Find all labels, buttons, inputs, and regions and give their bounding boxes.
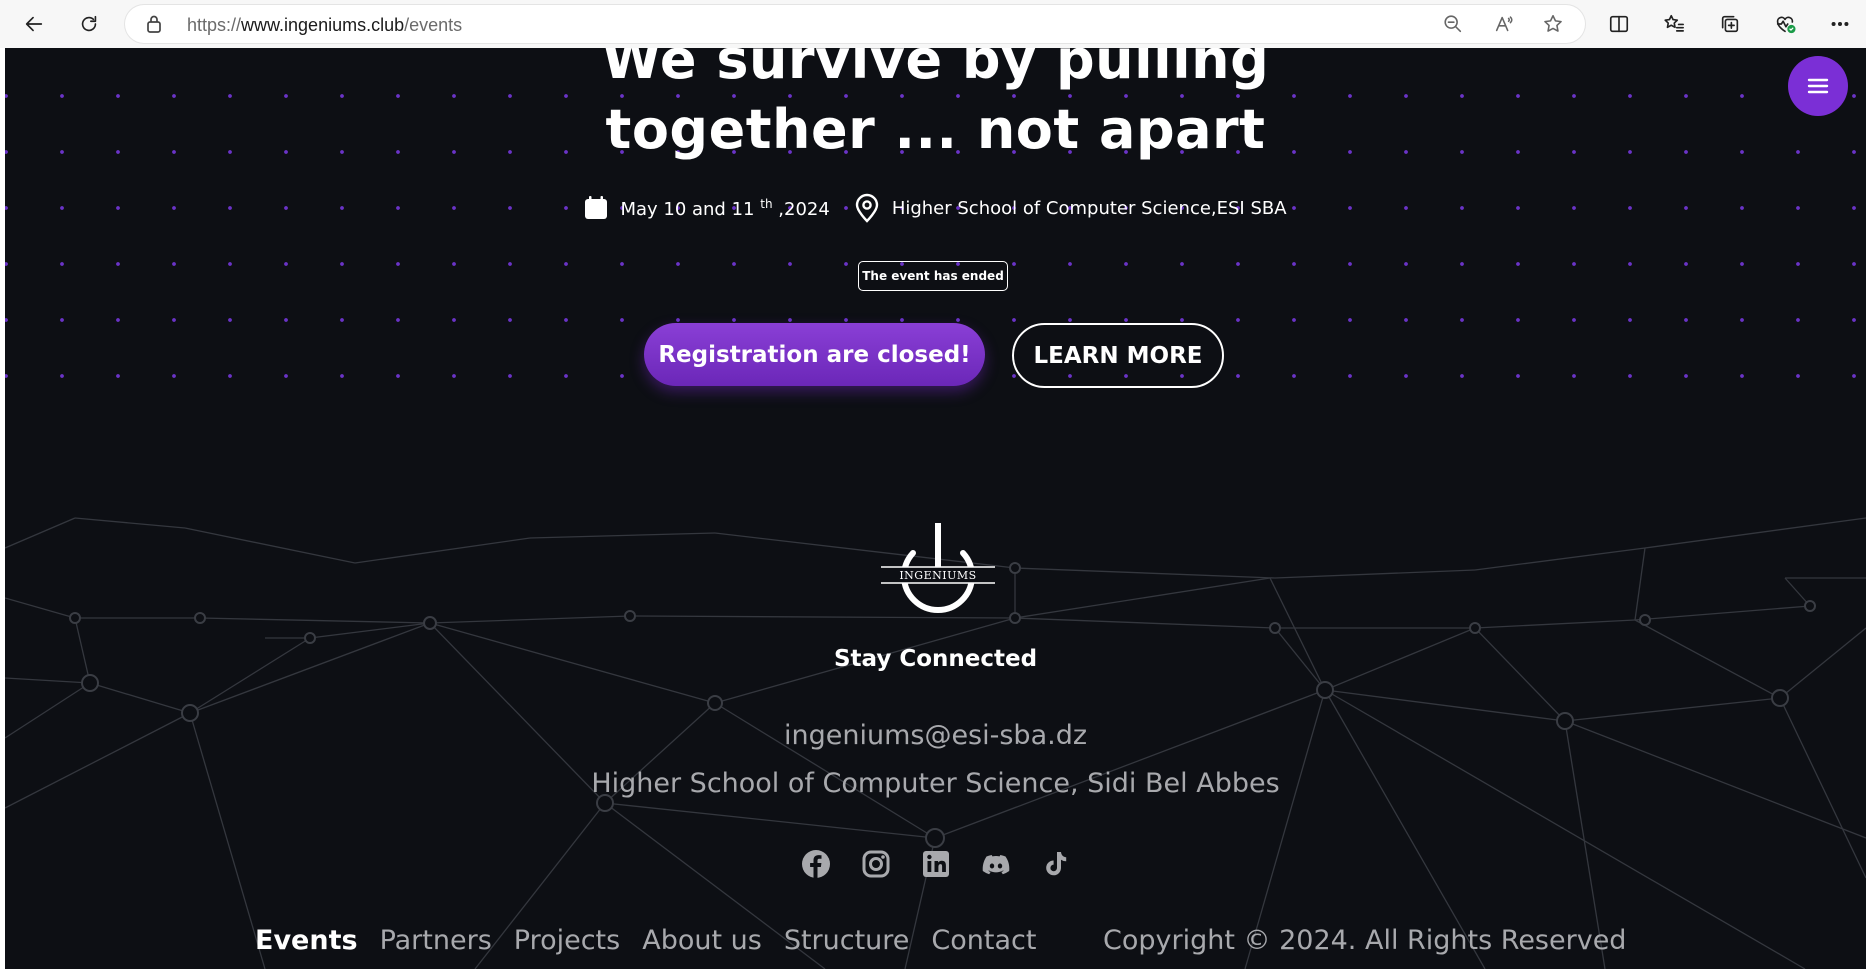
event-meta: May 10 and 11 th ,2024 Higher School of … bbox=[5, 193, 1866, 223]
favorites-list-icon bbox=[1664, 14, 1684, 32]
discord-icon bbox=[982, 855, 1009, 875]
event-date: May 10 and 11 th ,2024 bbox=[584, 196, 830, 220]
read-aloud-icon[interactable] bbox=[1493, 13, 1517, 37]
zoom-out-icon[interactable] bbox=[1442, 13, 1466, 37]
tiktok-link[interactable] bbox=[1040, 848, 1072, 880]
url-text[interactable]: https://www.ingeniums.club/events bbox=[187, 15, 462, 36]
address-bar[interactable]: https://www.ingeniums.club/events bbox=[125, 5, 1585, 43]
hero-heading-line1: We survive by pulling bbox=[601, 48, 1270, 91]
footer-nav: Events Partners Projects About us Struct… bbox=[255, 925, 1036, 956]
footer-link-about[interactable]: About us bbox=[642, 925, 762, 956]
contact-email[interactable]: ingeniums@esi-sba.dz bbox=[5, 720, 1866, 751]
collections-icon bbox=[1721, 15, 1739, 33]
more-options-button[interactable] bbox=[1822, 6, 1858, 42]
browser-toolbar: https://www.ingeniums.club/events bbox=[0, 0, 1866, 48]
favorite-star-icon[interactable] bbox=[1542, 13, 1566, 37]
heart-pulse-icon bbox=[1776, 16, 1796, 34]
back-button[interactable] bbox=[16, 6, 52, 42]
logo-text: INGENIUMS bbox=[899, 569, 977, 582]
event-location: Higher School of Computer Science,ESI SB… bbox=[854, 193, 1287, 223]
event-date-main: May 10 and 11 bbox=[620, 198, 755, 220]
learn-more-button[interactable]: LEARN MORE bbox=[1012, 323, 1224, 388]
event-date-text: May 10 and 11 th ,2024 bbox=[620, 197, 829, 220]
favorites-button[interactable] bbox=[1656, 6, 1692, 42]
event-date-year: ,2024 bbox=[772, 198, 830, 220]
footer-link-projects[interactable]: Projects bbox=[514, 925, 620, 956]
hero-heading-line2: together ... not apart bbox=[605, 98, 1266, 161]
instagram-icon bbox=[862, 850, 889, 878]
discord-link[interactable] bbox=[980, 848, 1012, 880]
more-dots-icon bbox=[1831, 21, 1849, 27]
url-host: www.ingeniums.club bbox=[241, 15, 405, 35]
contact-address: Higher School of Computer Science, Sidi … bbox=[591, 768, 1280, 799]
linkedin-icon bbox=[922, 851, 949, 877]
footer-link-events[interactable]: Events bbox=[255, 925, 358, 956]
tiktok-icon bbox=[1045, 852, 1066, 876]
footer-link-partners[interactable]: Partners bbox=[380, 925, 492, 956]
footer-link-contact[interactable]: Contact bbox=[931, 925, 1036, 956]
instagram-link[interactable] bbox=[860, 848, 892, 880]
copyright-text: Copyright © 2024. All Rights Reserved bbox=[1103, 925, 1627, 956]
arrow-left-icon bbox=[25, 16, 43, 32]
event-date-suffix: th bbox=[760, 196, 773, 211]
split-screen-button[interactable] bbox=[1601, 6, 1637, 42]
refresh-button[interactable] bbox=[71, 6, 107, 42]
social-links bbox=[5, 848, 1866, 880]
location-pin-icon bbox=[855, 193, 879, 223]
browser-essentials-button[interactable] bbox=[1767, 6, 1803, 42]
registration-closed-button[interactable]: Registration are closed! bbox=[644, 323, 985, 386]
url-scheme: https:// bbox=[187, 15, 242, 35]
page-content: We survive by pulling together ... not a… bbox=[5, 48, 1866, 969]
status-badge: The event has ended bbox=[858, 261, 1008, 291]
linkedin-link[interactable] bbox=[920, 848, 952, 880]
split-screen-icon bbox=[1609, 15, 1629, 33]
facebook-icon bbox=[801, 850, 830, 878]
collections-button[interactable] bbox=[1712, 6, 1748, 42]
calendar-icon bbox=[585, 196, 608, 219]
event-location-text: Higher School of Computer Science,ESI SB… bbox=[891, 197, 1287, 219]
refresh-icon bbox=[81, 15, 97, 32]
stay-connected-heading: Stay Connected bbox=[833, 646, 1038, 672]
facebook-link[interactable] bbox=[800, 848, 832, 880]
lock-icon bbox=[145, 14, 163, 39]
url-path: /events bbox=[404, 15, 463, 35]
footer-link-structure[interactable]: Structure bbox=[784, 925, 910, 956]
